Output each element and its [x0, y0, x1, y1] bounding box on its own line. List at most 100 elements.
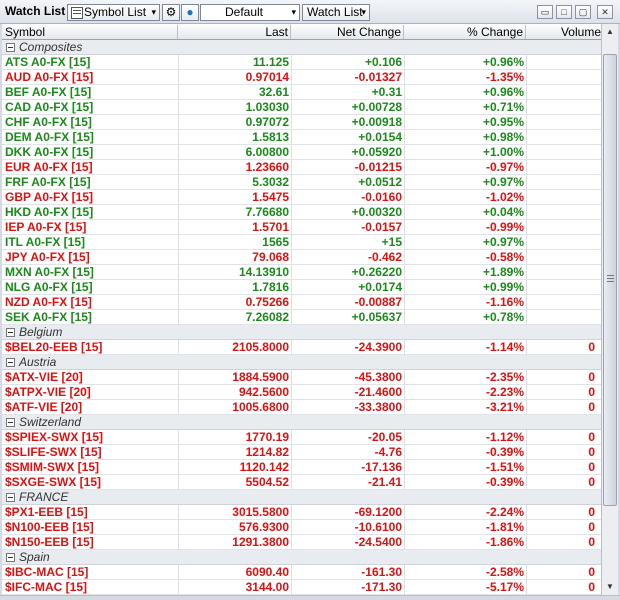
collapse-icon[interactable] [6, 328, 15, 337]
pct-change-cell: -2.35% [485, 370, 524, 384]
table-row[interactable]: DEM A0-FX [15] 1.5813 +0.0154 +0.98% [2, 130, 601, 145]
column-header-pct-change[interactable]: % Change [404, 25, 526, 39]
table-row[interactable]: ATS A0-FX [15] 11.125 +0.106 +0.96% [2, 55, 601, 70]
pct-change-cell: +1.89% [482, 265, 524, 279]
pct-change-cell: +0.98% [482, 130, 524, 144]
table-row[interactable]: $SLIFE-SWX [15] 1214.82 -4.76 -0.39% 0 [2, 445, 601, 460]
table-row[interactable]: $SXGE-SWX [15] 5504.52 -21.41 -0.39% 0 [2, 475, 601, 490]
table-row[interactable]: NZD A0-FX [15] 0.75266 -0.00887 -1.16% [2, 295, 601, 310]
table-row[interactable]: $SPIEX-SWX [15] 1770.19 -20.05 -1.12% 0 [2, 430, 601, 445]
table-row[interactable]: BEF A0-FX [15] 32.61 +0.31 +0.96% [2, 85, 601, 100]
group-row[interactable]: Austria [2, 355, 601, 370]
group-row[interactable]: Belgium [2, 325, 601, 340]
symbol-cell: $SLIFE-SWX [15] [5, 445, 102, 459]
table-row[interactable]: IEP A0-FX [15] 1.5701 -0.0157 -0.99% [2, 220, 601, 235]
table-row[interactable]: $PX1-EEB [15] 3015.5800 -69.1200 -2.24% 0 [2, 505, 601, 520]
net-change-cell: -21.41 [367, 475, 402, 489]
pct-change-cell: -0.97% [485, 160, 524, 174]
net-change-cell: -0.462 [367, 250, 402, 264]
pct-change-cell: -1.51% [485, 460, 524, 474]
pct-change-cell: -1.86% [485, 535, 524, 549]
float-window-button[interactable]: ▢ [575, 5, 591, 19]
net-change-cell: -0.0157 [361, 220, 402, 234]
group-row[interactable]: Spain [2, 550, 601, 565]
table-row[interactable]: GBP A0-FX [15] 1.5475 -0.0160 -1.02% [2, 190, 601, 205]
window-title: Watch List [5, 4, 66, 18]
column-header-net-change[interactable]: Net Change [291, 25, 404, 39]
watch-list-grid: Composites ATS A0-FX [15] 11.125 +0.106 +0.9… [2, 40, 601, 595]
table-row[interactable]: $ATX-VIE [20] 1884.5900 -45.3800 -2.35% 0 [2, 370, 601, 385]
last-cell: 0.97072 [245, 115, 289, 129]
group-row[interactable]: Composites [2, 40, 601, 55]
column-header-last[interactable]: Last [178, 25, 291, 39]
volume-cell: 0 [588, 340, 595, 354]
vertical-scrollbar[interactable]: ▲ ▼ [601, 24, 618, 595]
table-row[interactable]: NLG A0-FX [15] 1.7816 +0.0174 +0.99% [2, 280, 601, 295]
table-row[interactable]: $ATPX-VIE [20] 942.5600 -21.4600 -2.23% 0 [2, 385, 601, 400]
scrollbar-thumb[interactable] [603, 54, 617, 506]
column-header-volume[interactable]: Volume [526, 25, 601, 39]
symbol-cell: CAD A0-FX [15] [5, 100, 94, 114]
restore-window-button[interactable]: ▭ [537, 5, 553, 19]
table-row[interactable]: $ATF-VIE [20] 1005.6800 -33.3800 -3.21% 0 [2, 400, 601, 415]
table-row[interactable]: $IBC-MAC [15] 6090.40 -161.30 -2.58% 0 [2, 565, 601, 580]
table-row[interactable]: $N100-EEB [15] 576.9300 -10.6100 -1.81% 0 [2, 520, 601, 535]
column-header-symbol[interactable]: Symbol [2, 25, 178, 39]
maximize-window-button[interactable]: □ [556, 5, 572, 19]
volume-cell: 0 [588, 535, 595, 549]
horizontal-scrollbar[interactable] [0, 595, 620, 600]
volume-cell: 0 [588, 580, 595, 594]
watchlist-select[interactable]: Watch List ▾ [302, 4, 370, 21]
symbol-cell: $SPIEX-SWX [15] [5, 430, 104, 444]
table-row[interactable]: DKK A0-FX [15] 6.00800 +0.05920 +1.00% [2, 145, 601, 160]
column-header-row: Symbol Last Net Change % Change Volume [2, 24, 601, 40]
symbol-cell: IEP A0-FX [15] [5, 220, 87, 234]
table-row[interactable]: SEK A0-FX [15] 7.26082 +0.05637 +0.78% [2, 310, 601, 325]
table-row[interactable]: FRF A0-FX [15] 5.3032 +0.0512 +0.97% [2, 175, 601, 190]
collapse-icon[interactable] [6, 358, 15, 367]
net-change-cell: -17.136 [361, 460, 402, 474]
close-window-button[interactable]: ✕ [597, 5, 613, 19]
table-row[interactable]: MXN A0-FX [15] 14.13910 +0.26220 +1.89% [2, 265, 601, 280]
pct-change-cell: -0.58% [485, 250, 524, 264]
symbol-list-button[interactable]: Symbol List ▾ [67, 4, 160, 21]
scroll-down-icon[interactable]: ▼ [603, 580, 617, 594]
table-row[interactable]: $IFC-MAC [15] 3144.00 -171.30 -5.17% 0 [2, 580, 601, 595]
collapse-icon[interactable] [6, 493, 15, 502]
table-row[interactable]: CHF A0-FX [15] 0.97072 +0.00918 +0.95% [2, 115, 601, 130]
settings-button[interactable]: ⚙ [162, 4, 180, 21]
net-change-cell: -33.3800 [354, 400, 402, 414]
tweet-button[interactable]: ● [181, 4, 199, 21]
table-row[interactable]: $BEL20-EEB [15] 2105.8000 -24.3900 -1.14% 0 [2, 340, 601, 355]
group-row[interactable]: FRANCE [2, 490, 601, 505]
symbol-cell: JPY A0-FX [15] [5, 250, 90, 264]
layout-select[interactable]: Default ▾ [200, 4, 300, 21]
symbol-cell: DKK A0-FX [15] [5, 145, 94, 159]
collapse-icon[interactable] [6, 418, 15, 427]
table-row[interactable]: ITL A0-FX [15] 1565 +15 +0.97% [2, 235, 601, 250]
table-row[interactable]: EUR A0-FX [15] 1.23660 -0.01215 -0.97% [2, 160, 601, 175]
chevron-down-icon: ▾ [291, 7, 296, 17]
collapse-icon[interactable] [6, 553, 15, 562]
volume-cell: 0 [588, 475, 595, 489]
scroll-up-icon[interactable]: ▲ [603, 25, 617, 39]
table-row[interactable]: HKD A0-FX [15] 7.76680 +0.00320 +0.04% [2, 205, 601, 220]
collapse-icon[interactable] [6, 43, 15, 52]
table-row[interactable]: $SMIM-SWX [15] 1120.142 -17.136 -1.51% 0 [2, 460, 601, 475]
symbol-cell: SEK A0-FX [15] [5, 310, 92, 324]
table-row[interactable]: CAD A0-FX [15] 1.03030 +0.00728 +0.71% [2, 100, 601, 115]
group-row[interactable]: Switzerland [2, 415, 601, 430]
symbol-cell: ITL A0-FX [15] [5, 235, 86, 249]
table-row[interactable]: $N150-EEB [15] 1291.3800 -24.5400 -1.86% 0 [2, 535, 601, 550]
last-cell: 6090.40 [245, 565, 289, 579]
symbol-cell: $IBC-MAC [15] [5, 565, 89, 579]
net-change-cell: +0.106 [364, 55, 402, 69]
table-row[interactable]: JPY A0-FX [15] 79.068 -0.462 -0.58% [2, 250, 601, 265]
volume-cell: 0 [588, 460, 595, 474]
net-change-cell: +0.00728 [351, 100, 402, 114]
last-cell: 1770.19 [245, 430, 289, 444]
table-row[interactable]: AUD A0-FX [15] 0.97014 -0.01327 -1.35% [2, 70, 601, 85]
net-change-cell: +0.0512 [358, 175, 402, 189]
group-label: Switzerland [19, 415, 82, 429]
symbol-cell: $N100-EEB [15] [5, 520, 94, 534]
